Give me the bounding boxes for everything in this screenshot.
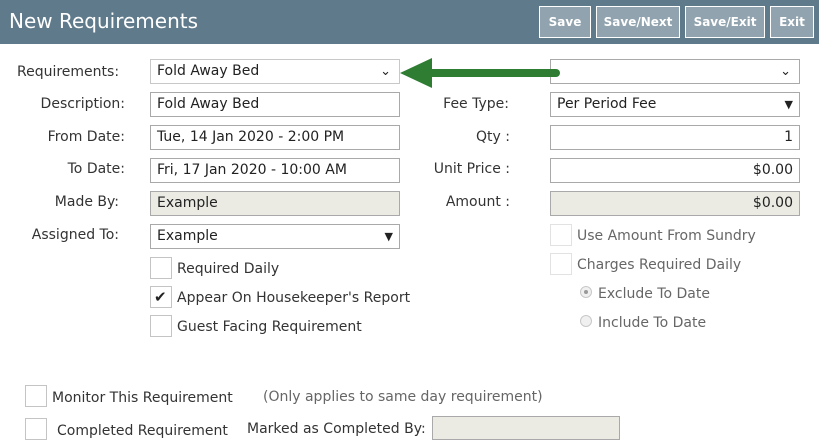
exclude-to-date-label: Exclude To Date [598, 286, 710, 302]
charges-required-daily-label: Charges Required Daily [577, 257, 742, 273]
save-next-button[interactable]: Save/Next [596, 6, 680, 38]
made-by-label: Made By: [54, 194, 119, 210]
fee-type-value: Per Period Fee [557, 96, 657, 112]
caret-down-icon: ▼ [384, 230, 393, 243]
qty-input[interactable]: 1 [550, 125, 800, 150]
from-date-value: Tue, 14 Jan 2020 - 2:00 PM [157, 129, 345, 145]
required-daily-label: Required Daily [177, 261, 280, 277]
charges-required-daily-checkbox[interactable] [550, 253, 572, 275]
completed-requirement-label: Completed Requirement [57, 423, 228, 439]
description-label: Description: [40, 96, 125, 112]
chevron-down-icon: ⌄ [380, 64, 391, 79]
to-date-value: Fri, 17 Jan 2020 - 10:00 AM [157, 162, 347, 178]
include-to-date-label: Include To Date [598, 315, 707, 331]
use-amount-sundry-label: Use Amount From Sundry [577, 228, 756, 244]
exclude-to-date-radio[interactable] [580, 286, 592, 298]
save-button[interactable]: Save [539, 6, 591, 38]
description-input[interactable]: Fold Away Bed [150, 92, 400, 117]
arrow-left-icon [400, 58, 560, 88]
chevron-down-icon: ⌄ [780, 64, 791, 79]
monitor-requirement-checkbox[interactable] [25, 385, 47, 407]
fee-type-label: Fee Type: [443, 96, 509, 112]
requirements-label: Requirements: [17, 64, 120, 80]
to-date-input[interactable]: Fri, 17 Jan 2020 - 10:00 AM [150, 158, 400, 183]
requirements-value: Fold Away Bed [157, 63, 260, 79]
guest-facing-checkbox[interactable] [150, 315, 172, 337]
made-by-value: Example [157, 195, 218, 211]
qty-value: 1 [784, 129, 793, 145]
description-value: Fold Away Bed [157, 96, 260, 112]
use-amount-sundry-checkbox[interactable] [550, 224, 572, 246]
exit-button[interactable]: Exit [770, 6, 814, 38]
qty-label: Qty : [476, 129, 510, 145]
caret-down-icon: ▼ [784, 98, 793, 111]
assigned-to-label: Assigned To: [31, 227, 119, 243]
amount-field: $0.00 [550, 191, 800, 216]
save-exit-button[interactable]: Save/Exit [685, 6, 765, 38]
include-to-date-radio[interactable] [580, 315, 592, 327]
required-daily-checkbox[interactable] [150, 257, 172, 279]
marked-completed-by-label: Marked as Completed By: [247, 421, 426, 437]
to-date-label: To Date: [67, 161, 125, 177]
appear-housekeeper-label: Appear On Housekeeper's Report [177, 290, 411, 306]
assigned-to-value: Example [157, 228, 218, 244]
guest-facing-label: Guest Facing Requirement [177, 319, 362, 335]
amount-value: $0.00 [752, 195, 793, 211]
unit-price-label: Unit Price : [433, 161, 510, 177]
from-date-label: From Date: [47, 129, 125, 145]
requirements-select[interactable]: Fold Away Bed ⌄ [150, 59, 400, 84]
assigned-to-select[interactable]: Example ▼ [150, 224, 400, 249]
monitor-requirement-label: Monitor This Requirement [52, 390, 233, 406]
marked-completed-by-field [432, 416, 620, 440]
from-date-input[interactable]: Tue, 14 Jan 2020 - 2:00 PM [150, 125, 400, 150]
made-by-field: Example [150, 191, 400, 216]
fee-type-select[interactable]: Per Period Fee ▼ [550, 92, 800, 117]
unit-price-input[interactable]: $0.00 [550, 158, 800, 183]
amount-label: Amount : [445, 194, 510, 210]
appear-housekeeper-checkbox[interactable]: ✔ [150, 286, 172, 308]
completed-requirement-checkbox[interactable] [25, 418, 47, 440]
header-bar: New Requirements Save Save/Next Save/Exi… [0, 0, 819, 44]
page-title: New Requirements [9, 9, 199, 33]
sundry-select[interactable]: ⌄ [550, 59, 800, 84]
check-icon: ✔ [154, 288, 167, 306]
monitor-note: (Only applies to same day requirement) [263, 389, 543, 405]
unit-price-value: $0.00 [752, 162, 793, 178]
